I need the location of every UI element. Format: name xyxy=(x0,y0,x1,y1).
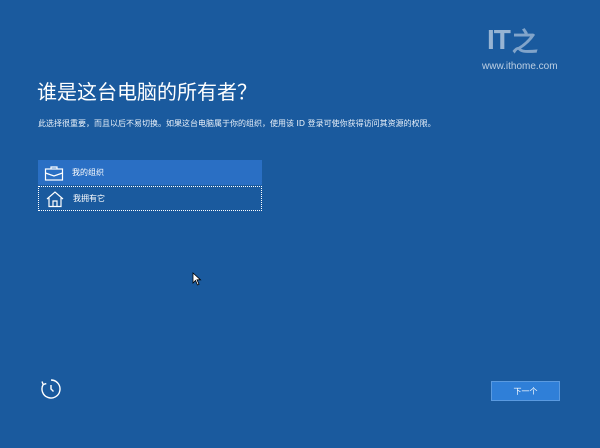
page-title: 谁是这台电脑的所有者？ xyxy=(37,80,257,104)
ease-of-access-icon[interactable] xyxy=(40,378,62,400)
description-text: 此选择很重要，而且以后不易切换。如果这台电脑属于你的组织，使用该 ID 登录可使… xyxy=(38,119,436,128)
next-button[interactable]: 下一个 xyxy=(491,381,560,401)
option-my-organization[interactable]: 我的组织 xyxy=(38,160,262,185)
option-i-own-it-label: 我拥有它 xyxy=(73,194,105,203)
briefcase-icon xyxy=(44,165,64,181)
option-i-own-it[interactable]: 我拥有它 xyxy=(38,186,262,211)
option-my-organization-label: 我的组织 xyxy=(72,168,104,177)
home-icon xyxy=(46,190,64,207)
ithome-watermark-url: www.ithome.com xyxy=(482,61,558,72)
mouse-cursor xyxy=(192,272,202,286)
ithome-watermark-logo: IT 之 xyxy=(487,24,538,58)
